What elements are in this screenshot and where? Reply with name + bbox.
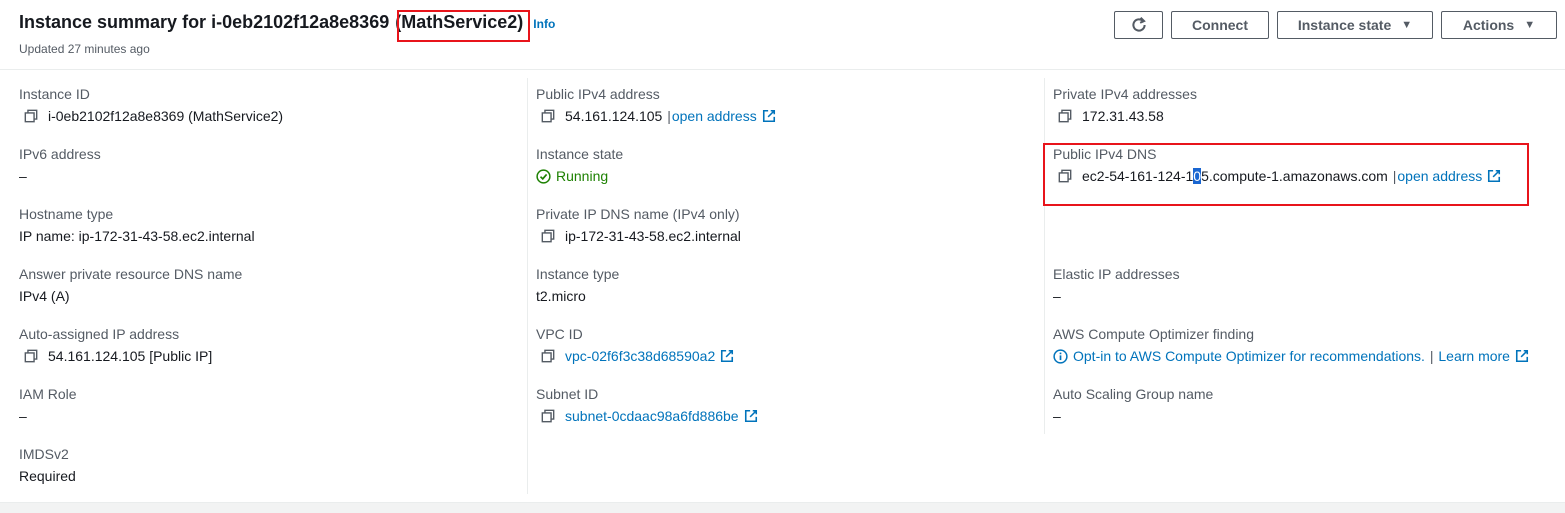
updated-timestamp: Updated 27 minutes ago — [19, 42, 150, 56]
copy-icon[interactable] — [24, 109, 38, 123]
iam-role-value: – — [19, 408, 27, 424]
info-icon — [1053, 348, 1068, 364]
text-selection: 0 — [1193, 168, 1202, 184]
external-link-icon[interactable] — [720, 349, 734, 363]
public-ipv4-field: Public IPv4 address 54.161.124.105 | ope… — [536, 85, 776, 125]
compute-optimizer-field: AWS Compute Optimizer finding Opt-in to … — [1053, 325, 1529, 365]
check-circle-icon — [536, 168, 551, 184]
external-link-icon[interactable] — [1487, 169, 1501, 183]
auto-ip-field: Auto-assigned IP address 54.161.124.105 … — [19, 325, 212, 365]
instance-type-value: t2.micro — [536, 288, 586, 304]
private-ipv4-field: Private IPv4 addresses 172.31.43.58 — [1053, 85, 1197, 125]
copy-icon[interactable] — [541, 349, 555, 363]
page-title-row: Instance summary for i-0eb2102f12a8e8369… — [19, 12, 555, 33]
auto-scaling-group-value: – — [1053, 408, 1061, 424]
iam-role-field: IAM Role – — [19, 385, 77, 425]
copy-icon[interactable] — [1058, 109, 1072, 123]
imdsv2-field: IMDSv2 Required — [19, 445, 76, 485]
field-label: Auto Scaling Group name — [1053, 386, 1214, 402]
open-address-link[interactable]: open address — [672, 107, 757, 125]
ipv6-field: IPv6 address – — [19, 145, 101, 185]
column-divider — [1044, 78, 1045, 434]
instance-summary-header: Instance summary for i-0eb2102f12a8e8369… — [0, 0, 1565, 70]
elastic-ip-field: Elastic IP addresses – — [1053, 265, 1180, 305]
instance-state-label: Instance state — [1297, 17, 1392, 33]
public-dns-text: 5.compute-1.amazonaws.com — [1201, 168, 1388, 184]
copy-icon[interactable] — [24, 349, 38, 363]
actions-label: Actions — [1462, 17, 1515, 33]
vpc-id-field: VPC ID vpc-02f6f3c38d68590a2 — [536, 325, 734, 365]
field-label: Public IPv4 address — [536, 86, 660, 102]
field-label: Public IPv4 DNS — [1053, 146, 1157, 162]
field-label: Private IPv4 addresses — [1053, 86, 1197, 102]
copy-icon[interactable] — [1058, 169, 1072, 183]
external-link-icon[interactable] — [762, 109, 776, 123]
field-label: Subnet ID — [536, 386, 599, 402]
hostname-type-field: Hostname type IP name: ip-172-31-43-58.e… — [19, 205, 255, 245]
field-label: Hostname type — [19, 206, 114, 222]
field-label: Auto-assigned IP address — [19, 326, 180, 342]
open-address-link[interactable]: open address — [1397, 167, 1482, 185]
separator: | — [663, 108, 671, 124]
public-dns-value: ec2-54-161-124-105.compute-1.amazonaws.c… — [1082, 167, 1388, 185]
hostname-type-value: IP name: ip-172-31-43-58.ec2.internal — [19, 228, 255, 244]
answer-dns-field: Answer private resource DNS name IPv4 (A… — [19, 265, 242, 305]
instance-state-field: Instance state Running — [536, 145, 623, 185]
external-link-icon[interactable] — [1515, 349, 1529, 363]
public-dns-field: Public IPv4 DNS ec2-54-161-124-105.compu… — [1053, 145, 1501, 185]
subnet-id-link[interactable]: subnet-0cdaac98a6fd886be — [565, 407, 739, 425]
refresh-icon — [1131, 16, 1146, 32]
instance-name-title: (MathService2) — [395, 12, 524, 32]
separator: | — [1425, 348, 1438, 364]
field-label: Private IP DNS name (IPv4 only) — [536, 206, 740, 222]
answer-dns-value: IPv4 (A) — [19, 288, 70, 304]
copy-icon[interactable] — [541, 409, 555, 423]
public-ipv4-value: 54.161.124.105 — [565, 108, 663, 124]
field-label: IAM Role — [19, 386, 77, 402]
copy-icon[interactable] — [541, 109, 555, 123]
field-label: Answer private resource DNS name — [19, 266, 243, 282]
subnet-id-field: Subnet ID subnet-0cdaac98a6fd886be — [536, 385, 758, 425]
instance-id-value: i-0eb2102f12a8e8369 (MathService2) — [48, 108, 284, 124]
field-label: Instance state — [536, 146, 624, 162]
caret-down-icon: ▼ — [1524, 19, 1536, 31]
column-divider — [527, 78, 528, 494]
copy-icon[interactable] — [541, 229, 555, 243]
private-dns-value: ip-172-31-43-58.ec2.internal — [565, 228, 741, 244]
imdsv2-value: Required — [19, 468, 76, 484]
auto-ip-value: 54.161.124.105 [Public IP] — [48, 348, 213, 364]
field-label: IMDSv2 — [19, 446, 69, 462]
learn-more-link[interactable]: Learn more — [1438, 347, 1510, 365]
elastic-ip-value: – — [1053, 288, 1061, 304]
refresh-button[interactable] — [1114, 11, 1163, 39]
instance-id-field: Instance ID i-0eb2102f12a8e8369 (MathSer… — [19, 85, 283, 125]
instance-type-field: Instance type t2.micro — [536, 265, 619, 305]
field-label: Elastic IP addresses — [1053, 266, 1180, 282]
private-ipv4-value: 172.31.43.58 — [1082, 108, 1164, 124]
field-label: Instance ID — [19, 86, 90, 102]
instance-state-dropdown[interactable]: Instance state ▼ — [1277, 11, 1433, 39]
info-link[interactable]: Info — [533, 17, 555, 31]
actions-dropdown[interactable]: Actions ▼ — [1441, 11, 1557, 39]
field-label: IPv6 address — [19, 146, 101, 162]
auto-scaling-group-field: Auto Scaling Group name – — [1053, 385, 1213, 425]
page-title: Instance summary for i-0eb2102f12a8e8369 — [19, 12, 390, 32]
vpc-id-link[interactable]: vpc-02f6f3c38d68590a2 — [565, 347, 715, 365]
public-dns-text: ec2-54-161-124-1 — [1082, 168, 1194, 184]
field-label: AWS Compute Optimizer finding — [1053, 326, 1254, 342]
external-link-icon[interactable] — [744, 409, 758, 423]
caret-down-icon: ▼ — [1401, 19, 1413, 31]
connect-button[interactable]: Connect — [1171, 11, 1269, 39]
optimizer-optin-link[interactable]: Opt-in to AWS Compute Optimizer for reco… — [1073, 347, 1425, 365]
instance-state-value: Running — [556, 168, 609, 184]
field-label: Instance type — [536, 266, 620, 282]
ipv6-value: – — [19, 168, 27, 184]
header-toolbar: Connect Instance state ▼ Actions ▼ — [1114, 11, 1557, 39]
private-dns-field: Private IP DNS name (IPv4 only) ip-172-3… — [536, 205, 741, 245]
tab-bar-strip — [0, 502, 1565, 513]
separator: | — [1388, 168, 1397, 184]
field-label: VPC ID — [536, 326, 583, 342]
